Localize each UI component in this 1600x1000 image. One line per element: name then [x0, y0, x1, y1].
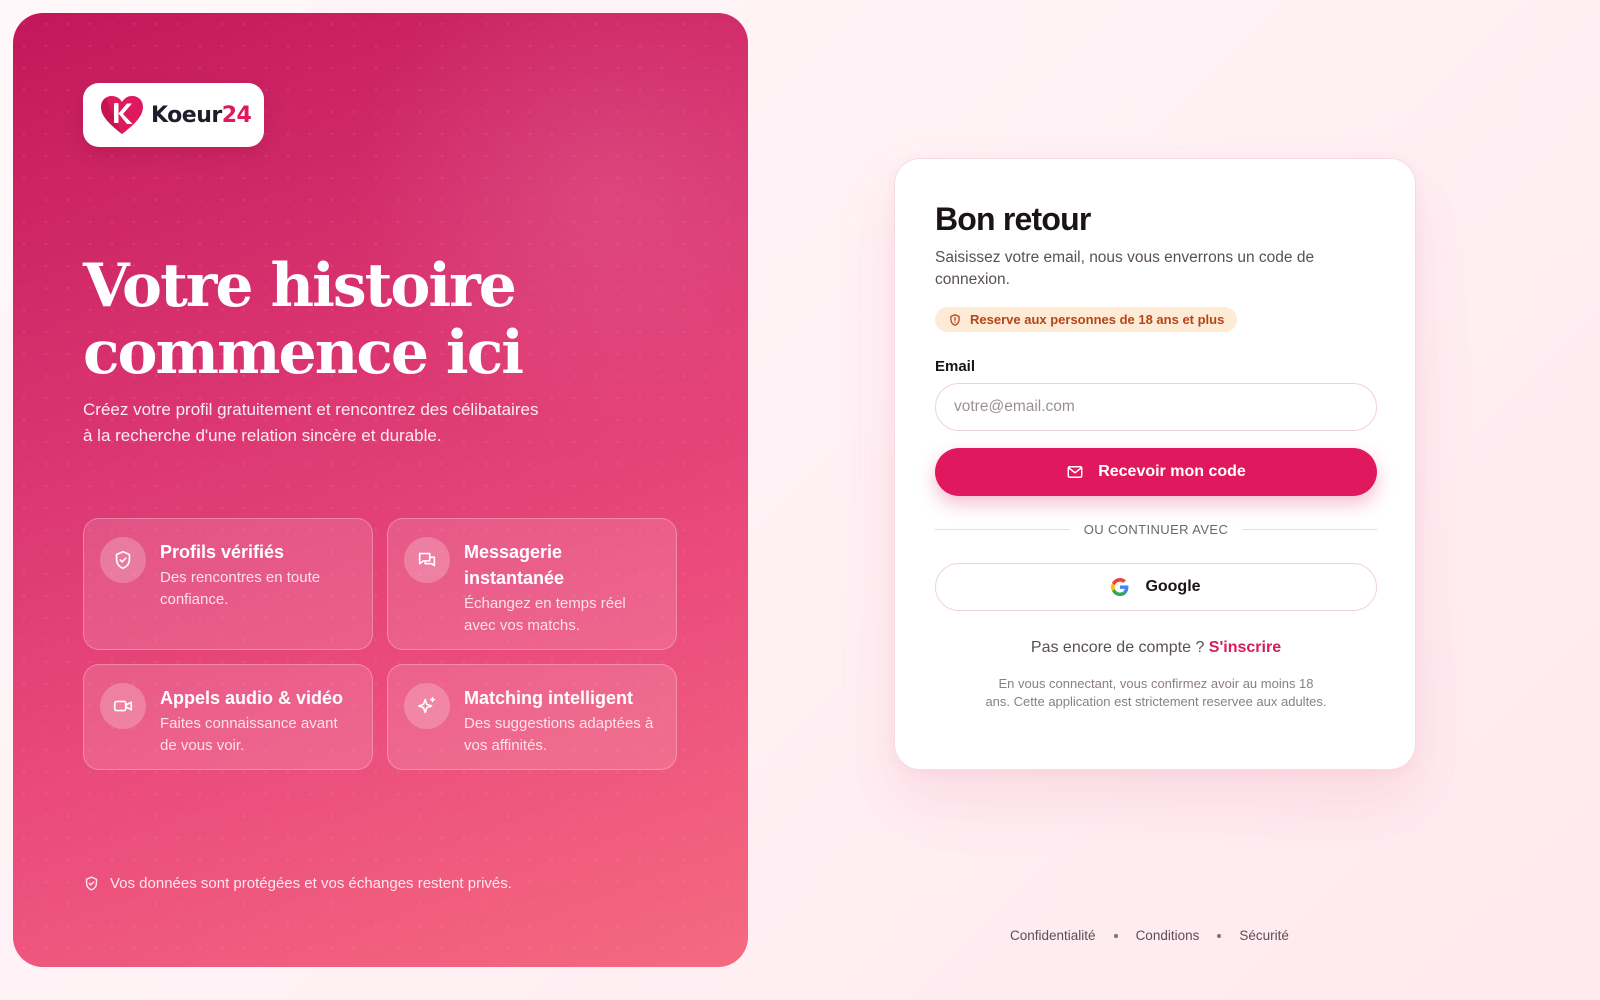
age-badge-text: Reserve aux personnes de 18 ans et plus — [970, 312, 1225, 327]
feature-title: Matching intelligent — [464, 688, 633, 708]
feature-desc: Des rencontres en toute confiance. — [160, 569, 321, 608]
privacy-note-text: Vos données sont protégées et vos échang… — [110, 875, 512, 892]
footer-links: Confidentialité Conditions Sécurité — [1010, 928, 1289, 943]
receive-code-label: Recevoir mon code — [1098, 463, 1246, 480]
age-restriction-badge: Reserve aux personnes de 18 ans et plus — [935, 307, 1238, 332]
feature-card-verified-profiles: Profils vérifiés Des rencontres en toute… — [83, 518, 373, 650]
divider-label: OU CONTINUER AVEC — [1083, 522, 1229, 537]
receive-code-button[interactable]: Recevoir mon code — [935, 448, 1377, 496]
shield-check-icon — [100, 537, 146, 583]
google-label: Google — [1145, 578, 1201, 595]
feature-card-instant-messaging: Messagerie instantanée Échangez en temps… — [387, 518, 677, 650]
shield-check-icon — [85, 876, 98, 891]
email-input[interactable] — [935, 383, 1377, 431]
sparkles-icon — [404, 683, 450, 729]
heart-k-logo-icon — [101, 96, 143, 134]
feature-card-smart-matching: Matching intelligent Des suggestions ada… — [387, 664, 677, 770]
feature-title: Appels audio & vidéo — [160, 688, 344, 708]
feature-title: Profils vérifiés — [160, 542, 285, 562]
email-label: Email — [935, 358, 976, 375]
chat-bubbles-icon — [404, 537, 450, 583]
divider: OU CONTINUER AVEC — [935, 522, 1377, 537]
footer-link-privacy[interactable]: Confidentialité — [1010, 928, 1096, 943]
login-subtitle: Saisissez votre email, nous vous enverro… — [935, 249, 1315, 288]
hero-title: Votre histoire commence ici — [83, 251, 524, 388]
mail-icon — [1067, 466, 1083, 478]
legal-notice: En vous connectant, vous confirmez avoir… — [985, 676, 1327, 709]
hero-panel: Koeur24 Votre histoire commence ici Créez… — [13, 13, 748, 967]
signup-prompt: Pas encore de compte ? S'inscrire — [1030, 639, 1282, 656]
separator-dot — [1217, 933, 1222, 938]
login-card: Bon retour Saisissez votre email, nous v… — [894, 158, 1416, 770]
video-camera-icon — [100, 683, 146, 729]
brand-logo[interactable]: Koeur24 — [83, 83, 264, 147]
privacy-note: Vos données sont protégées et vos échang… — [83, 875, 512, 892]
separator-dot — [1113, 933, 1118, 938]
footer-link-security[interactable]: Sécurité — [1239, 928, 1289, 943]
hero-subtitle: Créez votre profil gratuitement et renco… — [83, 400, 539, 445]
google-icon — [1111, 578, 1129, 596]
feature-card-audio-video-calls: Appels audio & vidéo Faites connaissance… — [83, 664, 373, 770]
footer-link-terms[interactable]: Conditions — [1136, 928, 1200, 943]
login-title: Bon retour — [935, 201, 1091, 237]
feature-desc: Échangez en temps réel avec vos matchs. — [464, 595, 626, 634]
feature-desc: Faites connaissance avant de vous voir. — [160, 715, 338, 754]
shield-alert-icon — [950, 313, 960, 326]
google-signin-button[interactable]: Google — [935, 563, 1377, 611]
feature-title: Messagerie instantanée — [464, 542, 565, 588]
feature-desc: Des suggestions adaptées à vos affinités… — [464, 715, 654, 754]
signup-link[interactable]: S'inscrire — [1209, 639, 1281, 656]
brand-name: Koeur24 — [151, 102, 252, 128]
